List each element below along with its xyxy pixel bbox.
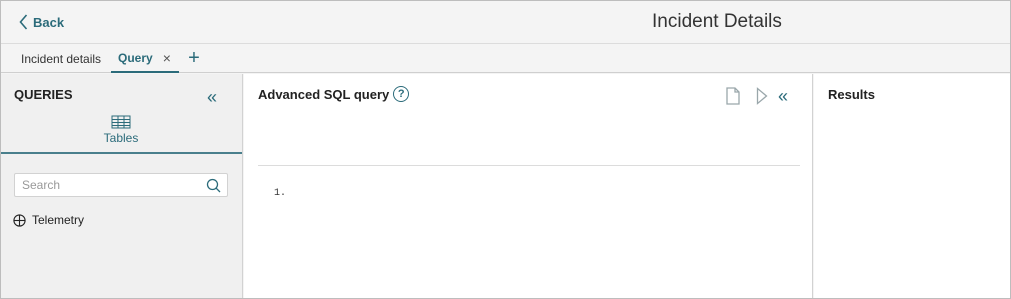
back-button[interactable]: Back	[19, 12, 64, 32]
sql-panel-title: Advanced SQL query	[258, 86, 390, 102]
sql-panel-header: Advanced SQL query ?	[258, 86, 410, 102]
search-icon	[206, 178, 221, 193]
sql-query-panel: Advanced SQL query ? « 1.	[244, 74, 813, 298]
chevron-left-icon	[19, 14, 28, 30]
add-tab-icon[interactable]: +	[185, 47, 203, 69]
editor-divider	[258, 165, 800, 166]
collapse-sql-icon[interactable]: «	[778, 87, 788, 105]
queries-panel: QUERIES « Tables Search Telemetry	[1, 74, 243, 298]
tab-bar: Incident details Query × +	[1, 44, 1010, 73]
tables-tab-indicator	[1, 152, 242, 154]
header-bar: Back Incident Details	[1, 1, 1010, 44]
page-title: Incident Details	[652, 11, 782, 32]
app-window: Back Incident Details Incident details Q…	[0, 0, 1011, 299]
search-input[interactable]	[22, 177, 202, 193]
back-label: Back	[33, 14, 65, 30]
table-icon	[111, 115, 131, 129]
results-panel: Results	[814, 74, 1010, 298]
tree-item-label: Telemetry	[32, 213, 85, 227]
tables-tab-label: Tables	[103, 131, 139, 145]
collapse-queries-icon[interactable]: «	[207, 88, 217, 106]
line-number: 1.	[274, 188, 287, 199]
close-tab-icon[interactable]: ×	[163, 50, 171, 66]
tab-label: Incident details	[21, 51, 102, 66]
search-field[interactable]	[14, 173, 228, 197]
tab-label: Query	[118, 50, 153, 65]
new-file-icon[interactable]	[726, 87, 740, 105]
tables-tab[interactable]: Tables	[96, 115, 146, 145]
tree-item-telemetry[interactable]: Telemetry	[13, 213, 84, 227]
queries-title: QUERIES	[14, 87, 73, 102]
help-icon[interactable]: ?	[393, 86, 410, 102]
tab-incident-details[interactable]: Incident details	[21, 44, 101, 73]
expand-circle-icon[interactable]	[13, 213, 26, 227]
results-title: Results	[828, 87, 875, 102]
tab-query[interactable]: Query ×	[111, 44, 179, 73]
run-query-icon[interactable]	[756, 87, 768, 105]
sql-editor[interactable]: 1.	[258, 174, 800, 294]
